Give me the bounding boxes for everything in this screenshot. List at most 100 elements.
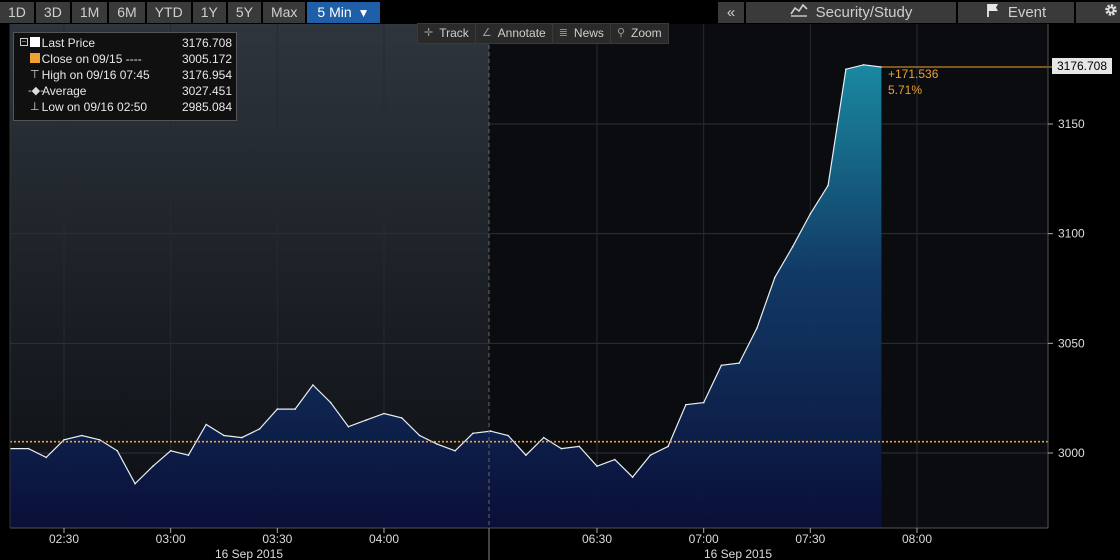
security-study-label: Security/Study [815,4,913,21]
data-point [205,423,207,426]
legend-label: Close on 09/15 ---- [41,52,142,66]
data-point [63,439,65,441]
data-point [614,458,616,461]
legend-label: Average [42,84,87,98]
security-study-button[interactable]: Security/Study [746,2,956,23]
range-ytd-button[interactable]: YTD [146,2,191,23]
data-point [578,445,580,448]
crosshair-icon: ✛ [424,27,434,39]
study-chart-icon [789,2,808,23]
data-point [791,246,794,248]
right-toolbar: « Security/Study Event [718,2,1120,23]
range-max-button[interactable]: Max [262,2,306,23]
annotate-button[interactable]: ∠ Annotate [476,24,553,43]
data-point [845,68,847,70]
data-point [596,465,598,468]
data-point [685,403,687,406]
range-3d-button[interactable]: 3D [35,2,70,23]
high-marker-icon: ⊤ [30,69,40,81]
data-point [489,430,492,432]
x-tick-label: 06:30 [582,532,612,546]
y-tick-label: 3100 [1058,227,1085,241]
legend-collapse-icon[interactable]: − [20,38,28,46]
data-point [365,419,368,421]
range-1y-button[interactable]: 1Y [192,2,226,23]
data-point [525,454,527,457]
data-point [98,439,101,441]
legend-row-last-price: Last Price 3176.708 [28,35,232,51]
x-tick-label: 02:30 [49,532,79,546]
legend-row-low: ⊥ Low on 09/16 02:50 2985.084 [28,99,232,115]
legend-row-average: -◆- Average 3027.451 [28,83,232,99]
legend-label: Low on 09/16 02:50 [41,100,148,114]
data-point [81,434,83,437]
data-point [116,450,119,452]
magnifier-icon: ⚲ [616,27,625,39]
track-button[interactable]: ✛ Track [418,24,476,43]
zoom-button[interactable]: ⚲ Zoom [611,24,668,43]
data-point [401,417,403,419]
data-point [827,184,829,187]
zoom-label: Zoom [631,26,662,40]
data-point [294,408,296,410]
data-point [187,454,190,457]
data-point [774,276,776,279]
x-date-label: 16 Sep 2015 [215,547,283,560]
settings-button[interactable] [1076,2,1120,23]
data-point [720,364,723,367]
data-point [329,401,332,404]
x-date-label: 16 Sep 2015 [704,547,772,560]
range-6m-button[interactable]: 6M [109,2,145,23]
data-point [507,434,509,437]
chart-tools-bar: ✛ Track ∠ Annotate ≣ News ⚲ Zoom [417,23,669,44]
gear-icon [1104,2,1118,23]
x-tick-label: 03:00 [156,532,186,546]
data-point [649,454,652,457]
data-point [436,443,439,446]
data-point [809,213,812,215]
legend-label: Last Price [41,36,95,50]
x-tick-label: 04:00 [369,532,399,546]
data-point [542,436,545,439]
data-point [631,476,634,478]
data-point [738,362,740,364]
range-1m-button[interactable]: 1M [71,2,108,23]
x-tick-label: 08:00 [902,532,932,546]
data-point [312,384,314,386]
x-tick-label: 03:30 [262,532,292,546]
interval-dropdown[interactable]: 5 Min ▼ [307,2,380,23]
last-price-tag: 3176.708 [1052,58,1112,74]
date-range-selector: 1D 3D 1M 6M YTD 1Y 5Y Max 5 Min ▼ [0,2,382,23]
data-point [454,450,456,452]
low-marker-icon: ⊥ [30,101,40,113]
caret-down-icon: ▼ [357,6,370,20]
legend-value: 3176.708 [181,36,232,50]
data-point [258,428,261,430]
x-tick-label: 07:00 [689,532,719,546]
range-1d-button[interactable]: 1D [0,2,34,23]
data-point [347,425,350,428]
news-label: News [573,26,604,40]
data-point [223,434,225,437]
legend-value: 2985.084 [181,100,232,114]
event-button[interactable]: Event [958,2,1074,23]
y-tick-label: 3050 [1058,336,1085,350]
range-5y-button[interactable]: 5Y [227,2,261,23]
data-point [667,445,669,448]
orange-square-icon [28,51,42,67]
track-label: Track [439,26,469,40]
change-percent: 5.71% [888,83,923,97]
average-marker-icon: -◆- [28,85,44,97]
change-absolute: +171.536 [888,67,939,81]
data-point [27,447,30,450]
collapse-button[interactable]: « [718,2,744,23]
data-point [560,447,563,450]
y-tick-label: 3000 [1058,446,1085,460]
data-point [276,408,279,410]
annotate-label: Annotate [497,26,546,40]
news-button[interactable]: ≣ News [553,24,611,43]
event-label: Event [1007,4,1047,21]
data-point [45,456,47,459]
data-point [702,401,705,404]
news-icon: ≣ [558,27,568,39]
